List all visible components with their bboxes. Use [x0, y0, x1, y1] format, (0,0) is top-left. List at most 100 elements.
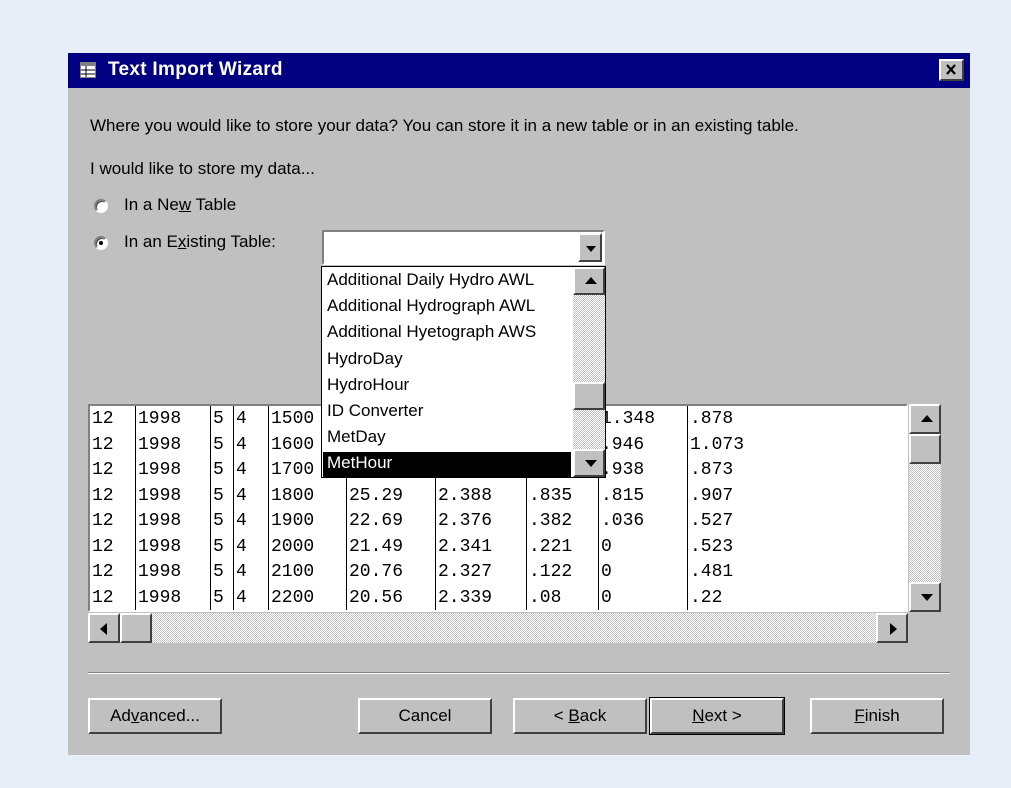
table-cell: 4 [233, 559, 268, 585]
scroll-left-arrow-icon [100, 623, 107, 635]
table-cell: 2.341 [435, 533, 526, 560]
existing-table-label[interactable]: In an Existing Table: [124, 232, 276, 252]
table-cell: 22.69 [346, 508, 435, 534]
table-cell: 1.348 [598, 406, 687, 432]
table-cell: 4 [233, 457, 268, 483]
text-import-wizard-dialog: Text Import Wizard Where you would like … [68, 53, 970, 755]
table-cell: .835 [526, 482, 598, 509]
table-cell: .523 [687, 533, 906, 560]
preview-horizontal-scrollbar[interactable] [88, 613, 908, 643]
table-cell: 2200 [268, 584, 346, 610]
dropdown-scroll-down-button[interactable] [573, 449, 605, 477]
table-cell: 4 [233, 431, 268, 458]
table-cell: 5 [210, 508, 233, 534]
table-row: 12 1998 5 4 2000 21.49 2.341.221 0.523 [90, 533, 906, 560]
scroll-up-arrow-icon [921, 415, 933, 422]
table-row: 12 1998 5 4 1900 22.69 2.376.382.036.527 [90, 508, 906, 534]
dropdown-item[interactable]: Additional Daily Hydro AWL [327, 267, 534, 293]
table-cell: 4 [233, 584, 268, 610]
table-cell: 12 [92, 434, 114, 455]
table-cell: .873 [687, 457, 906, 483]
dropdown-item[interactable]: ID Converter [327, 398, 423, 424]
table-cell: 5 [210, 559, 233, 585]
table-cell: 5 [210, 431, 233, 458]
table-cell: 2000 [268, 533, 346, 560]
close-button[interactable] [939, 59, 964, 81]
table-cell: 2.376 [435, 508, 526, 534]
table-cell: 2.339 [435, 584, 526, 610]
table-cell: 20.76 [346, 559, 435, 585]
table-cell: 12 [92, 460, 114, 480]
table-cell: 1998 [135, 584, 210, 610]
combobox-dropdown-button[interactable] [578, 233, 602, 262]
scroll-up-arrow-icon [585, 277, 597, 284]
table-cell: 4 [233, 406, 268, 432]
table-cell: 12 [92, 562, 114, 582]
table-cell: .08 [526, 584, 598, 610]
preview-vertical-scrollbar[interactable] [909, 404, 941, 612]
dropdown-item[interactable]: HydroDay [327, 346, 403, 372]
table-cell: .22 [687, 584, 906, 610]
new-table-label[interactable]: In a New Table [124, 195, 236, 215]
table-cell: .907 [687, 482, 906, 509]
table-cell: 1998 [135, 457, 210, 483]
table-cell: .221 [526, 533, 598, 560]
scroll-right-button[interactable] [876, 613, 908, 643]
cancel-button[interactable]: Cancel [358, 698, 492, 734]
table-cell: 5 [210, 533, 233, 560]
table-cell: 1998 [135, 508, 210, 534]
table-cell: 5 [210, 406, 233, 432]
table-cell: 1998 [135, 533, 210, 560]
dropdown-scrollbar[interactable] [573, 267, 605, 477]
finish-button[interactable]: Finish [810, 698, 944, 734]
table-cell: 1998 [135, 431, 210, 458]
horizontal-scroll-thumb[interactable] [120, 613, 152, 643]
table-cell: .481 [687, 559, 906, 585]
table-cell: 0 [598, 533, 687, 560]
new-table-radio[interactable] [94, 199, 108, 213]
table-row: 12 1998 5 4 1800 25.29 2.388.835.815.907 [90, 482, 906, 509]
table-cell: 2.327 [435, 559, 526, 585]
dropdown-item[interactable]: MetHour [327, 450, 392, 476]
table-cell: .122 [526, 559, 598, 585]
dropdown-item[interactable]: MetDay [327, 424, 386, 450]
table-cell: 1.073 [687, 431, 906, 458]
advanced-button[interactable]: Advanced... [88, 698, 222, 734]
back-button[interactable]: < Back [513, 698, 647, 734]
table-cell: 12 [92, 536, 114, 557]
dropdown-item[interactable]: Additional Hyetograph AWS [327, 319, 536, 345]
table-cell: 0 [598, 584, 687, 610]
dropdown-scroll-up-button[interactable] [573, 267, 605, 295]
existing-table-combobox[interactable] [322, 230, 605, 265]
dropdown-scroll-thumb[interactable] [573, 382, 605, 410]
table-cell: 0 [598, 559, 687, 585]
table-cell: .036 [598, 508, 687, 534]
scroll-down-button[interactable] [909, 582, 941, 612]
prompt-subtitle: I would like to store my data... [90, 159, 315, 178]
table-cell: 21.49 [346, 533, 435, 560]
title-bar[interactable]: Text Import Wizard [68, 53, 970, 88]
table-cell: 5 [210, 482, 233, 509]
table-cell: 2.388 [435, 482, 526, 509]
dropdown-item[interactable]: Additional Hydrograph AWL [327, 293, 535, 319]
table-cell: 12 [92, 409, 114, 429]
existing-table-radio[interactable] [94, 236, 108, 250]
table-cell: 1800 [268, 482, 346, 509]
scroll-thumb[interactable] [909, 434, 941, 464]
scroll-up-button[interactable] [909, 404, 941, 434]
table-cell: .938 [598, 457, 687, 483]
table-cell: 4 [233, 482, 268, 509]
next-button[interactable]: Next > [649, 697, 785, 735]
scroll-left-button[interactable] [88, 613, 120, 643]
separator-highlight [88, 673, 950, 674]
table-icon [80, 62, 96, 78]
table-row: 12 1998 5 4 2200 20.56 2.339.08 0.22 [90, 584, 906, 610]
table-dropdown-list[interactable]: Additional Daily Hydro AWL Additional Hyd… [321, 266, 606, 478]
table-cell: 1998 [135, 482, 210, 509]
table-cell: 4 [233, 508, 268, 534]
table-cell: 1998 [135, 406, 210, 432]
table-cell: 5 [210, 584, 233, 610]
table-cell: .815 [598, 482, 687, 509]
table-cell: .878 [687, 406, 906, 432]
dropdown-item[interactable]: HydroHour [327, 372, 409, 398]
